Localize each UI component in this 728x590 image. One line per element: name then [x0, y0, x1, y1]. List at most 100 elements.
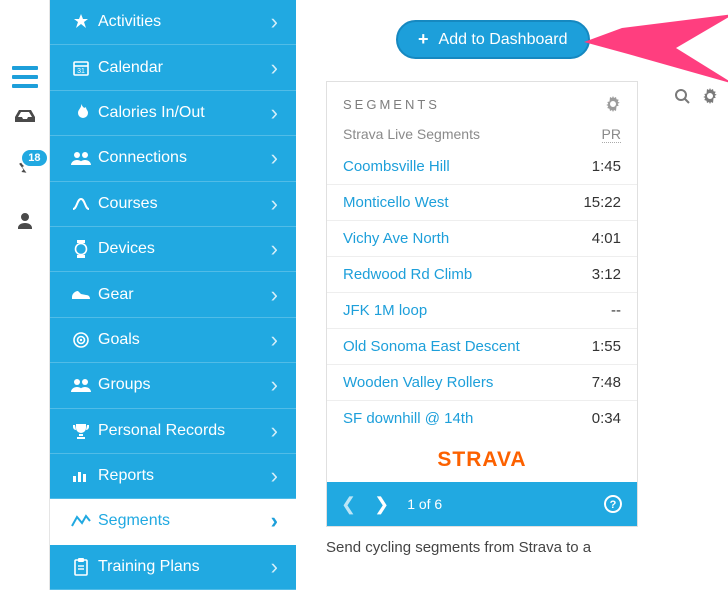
chevron-right-icon: › [271, 9, 278, 35]
sidebar-item-activities[interactable]: Activities› [50, 0, 296, 45]
sidebar-item-goals[interactable]: Goals› [50, 318, 296, 363]
segment-link[interactable]: Old Sonoma East Descent [343, 338, 520, 355]
segment-time: 0:34 [592, 410, 621, 427]
main-area: + Add to Dashboard SEGMENTS Strava Live … [296, 0, 728, 590]
sidebar-item-connections[interactable]: Connections› [50, 136, 296, 181]
segment-link[interactable]: Monticello West [343, 194, 449, 211]
sidebar-item-devices[interactable]: Devices› [50, 227, 296, 272]
inbox-icon[interactable] [15, 108, 35, 124]
segment-row: Vichy Ave North 4:01 [327, 221, 637, 257]
sidebar-item-label: Calendar [98, 59, 271, 77]
add-to-dashboard-button[interactable]: + Add to Dashboard [396, 20, 590, 59]
target-icon [68, 331, 94, 349]
chevron-right-icon: › [271, 100, 278, 126]
sync-icon[interactable]: 18 [15, 158, 35, 178]
segment-list: Coombsville Hill 1:45 Monticello West 15:22… [327, 149, 637, 436]
chevron-right-icon: › [271, 372, 278, 398]
settings-gear-icon[interactable] [702, 88, 718, 104]
sidebar-item-label: Gear [98, 286, 271, 304]
sidebar-item-calendar[interactable]: 31Calendar› [50, 45, 296, 90]
sidebar-item-label: Reports [98, 467, 271, 485]
widget-footer: ❮ ❯ 1 of 6 ? [327, 482, 637, 526]
svg-text:?: ? [610, 499, 617, 511]
segment-time: -- [611, 302, 621, 319]
segment-time: 7:48 [592, 374, 621, 391]
sidebar-item-label: Groups [98, 376, 271, 394]
sidebar-item-calories-in-out[interactable]: Calories In/Out› [50, 91, 296, 136]
segment-link[interactable]: Coombsville Hill [343, 158, 450, 175]
trophy-icon [68, 422, 94, 440]
segment-time: 4:01 [592, 230, 621, 247]
clipboard-icon [68, 558, 94, 576]
hamburger-icon[interactable] [12, 66, 38, 88]
segments-widget: SEGMENTS Strava Live Segments PR Coombsv… [326, 81, 638, 527]
chevron-right-icon: › [271, 463, 278, 489]
chevron-right-icon: › [271, 236, 278, 262]
segment-time: 3:12 [592, 266, 621, 283]
widget-gear-icon[interactable] [605, 96, 621, 112]
calendar-icon: 31 [68, 59, 94, 77]
sidebar-item-groups[interactable]: Groups› [50, 363, 296, 408]
sidebar-item-reports[interactable]: Reports› [50, 454, 296, 499]
callout-arrow [584, 14, 728, 84]
left-rail: 18 [0, 0, 50, 590]
segment-time: 1:55 [592, 338, 621, 355]
segment-time: 15:22 [583, 194, 621, 211]
segment-link[interactable]: Wooden Valley Rollers [343, 374, 493, 391]
segment-row: SF downhill @ 14th 0:34 [327, 401, 637, 436]
chevron-right-icon: › [271, 554, 278, 580]
chevron-right-icon: › [271, 508, 278, 534]
pager-prev-icon[interactable]: ❮ [341, 494, 356, 515]
activities-icon [68, 13, 94, 31]
segment-row: Old Sonoma East Descent 1:55 [327, 329, 637, 365]
sidebar-item-label: Segments [98, 512, 271, 530]
sidebar-item-label: Activities [98, 13, 271, 31]
segment-link[interactable]: Redwood Rd Climb [343, 266, 472, 283]
sidebar-item-courses[interactable]: Courses› [50, 182, 296, 227]
sidebar-item-label: Connections [98, 149, 271, 167]
segment-row: Coombsville Hill 1:45 [327, 149, 637, 185]
segment-row: Redwood Rd Climb 3:12 [327, 257, 637, 293]
chevron-right-icon: › [271, 55, 278, 81]
sidebar: Activities›31Calendar›Calories In/Out›Co… [50, 0, 296, 590]
sidebar-item-segments[interactable]: Segments› [50, 499, 296, 544]
pager-next-icon[interactable]: ❯ [374, 494, 389, 515]
sidebar-item-training-plans[interactable]: Training Plans› [50, 545, 296, 590]
plus-icon: + [418, 29, 429, 50]
chevron-right-icon: › [271, 145, 278, 171]
pager-text: 1 of 6 [407, 496, 442, 512]
route-icon [68, 197, 94, 211]
sidebar-item-label: Personal Records [98, 422, 271, 440]
flame-icon [68, 104, 94, 122]
segment-row: Monticello West 15:22 [327, 185, 637, 221]
widget-title: SEGMENTS [343, 97, 440, 112]
watch-icon [68, 240, 94, 258]
chart-icon [68, 469, 94, 483]
chevron-right-icon: › [271, 191, 278, 217]
sync-badge: 18 [20, 148, 48, 168]
shoe-icon [68, 289, 94, 301]
segment-row: JFK 1M loop -- [327, 293, 637, 329]
widget-subtitle: Strava Live Segments [343, 126, 480, 143]
search-icon[interactable] [674, 88, 690, 104]
profile-icon[interactable] [16, 212, 34, 230]
segment-link[interactable]: JFK 1M loop [343, 302, 427, 319]
help-icon[interactable]: ? [603, 494, 623, 514]
segment-link[interactable]: Vichy Ave North [343, 230, 449, 247]
segment-time: 1:45 [592, 158, 621, 175]
add-button-label: Add to Dashboard [439, 31, 568, 49]
caption-text: Send cycling segments from Strava to a [326, 539, 708, 556]
sidebar-item-label: Calories In/Out [98, 104, 271, 122]
segment-link[interactable]: SF downhill @ 14th [343, 410, 473, 427]
segment-row: Wooden Valley Rollers 7:48 [327, 365, 637, 401]
sidebar-item-label: Training Plans [98, 558, 271, 576]
sidebar-item-label: Courses [98, 195, 271, 213]
sidebar-item-personal-records[interactable]: Personal Records› [50, 409, 296, 454]
sidebar-item-gear[interactable]: Gear› [50, 272, 296, 317]
people-icon [68, 150, 94, 166]
people-icon [68, 377, 94, 393]
strava-brand: STRAVA [327, 436, 637, 482]
chevron-right-icon: › [271, 418, 278, 444]
segments-icon [68, 514, 94, 528]
pr-label: PR [602, 126, 621, 143]
